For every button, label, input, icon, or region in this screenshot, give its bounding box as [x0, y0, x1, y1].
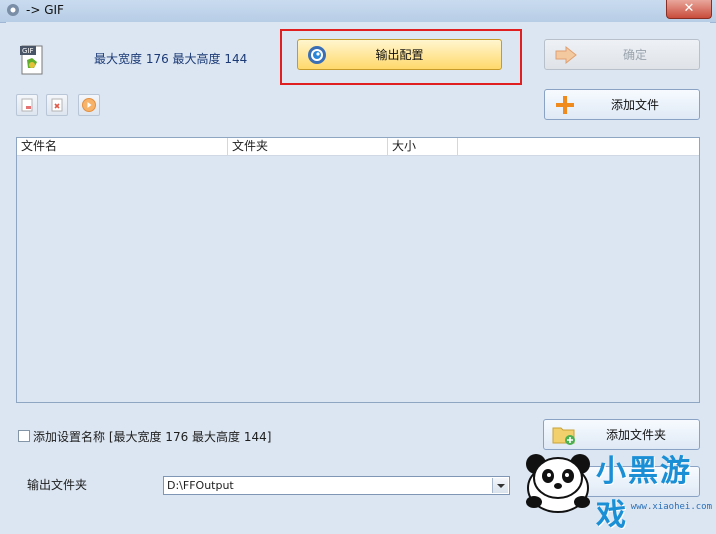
highlight-box [280, 29, 522, 85]
play-button[interactable] [78, 94, 100, 116]
dialog-client: GIF 最大宽度 176 最大高度 144 输出配置 确定 添加文件 文件名 文… [6, 22, 710, 510]
delete-icon [51, 98, 63, 112]
play-icon [82, 98, 96, 112]
output-folder-value: D:\FFOutput [167, 479, 234, 492]
add-file-button[interactable]: 添加文件 [544, 89, 700, 120]
confirm-button[interactable]: 确定 [544, 39, 700, 70]
add-setting-label: 添加设置名称 [最大宽度 176 最大高度 144] [33, 430, 272, 444]
watermark-url: www.xiaohei.com [630, 502, 712, 512]
confirm-label: 确定 [623, 48, 648, 62]
chevron-down-icon[interactable] [492, 478, 508, 493]
file-list[interactable]: 文件名 文件夹 大小 [16, 137, 700, 403]
arrow-right-icon [555, 46, 577, 64]
column-filename[interactable]: 文件名 [17, 138, 228, 155]
file-list-header: 文件名 文件夹 大小 [17, 138, 699, 156]
window-title: -> GIF [26, 3, 64, 17]
close-button[interactable]: ✕ [666, 0, 712, 19]
app-icon [7, 4, 19, 16]
panda-logo [526, 454, 590, 513]
column-folder[interactable]: 文件夹 [228, 138, 388, 155]
remove-item-button[interactable] [16, 94, 38, 116]
watermark: 小黑游戏 www.xiaohei.com [518, 440, 716, 533]
output-folder-select[interactable]: D:\FFOutput [163, 476, 510, 495]
add-setting-checkbox[interactable] [18, 430, 30, 442]
svg-text:GIF: GIF [22, 47, 34, 55]
watermark-title: 小黑游戏 [596, 454, 692, 533]
output-folder-label: 输出文件夹 [27, 478, 88, 492]
add-file-label: 添加文件 [611, 98, 660, 112]
column-size[interactable]: 大小 [388, 138, 458, 155]
title-bar: -> GIF ✕ [0, 0, 716, 23]
document-remove-icon [21, 98, 33, 112]
plus-icon [556, 96, 574, 114]
size-limit-text: 最大宽度 176 最大高度 144 [94, 52, 248, 66]
clear-list-button[interactable] [46, 94, 68, 116]
close-icon: ✕ [683, 1, 695, 16]
gif-format-icon: GIF [20, 45, 43, 75]
